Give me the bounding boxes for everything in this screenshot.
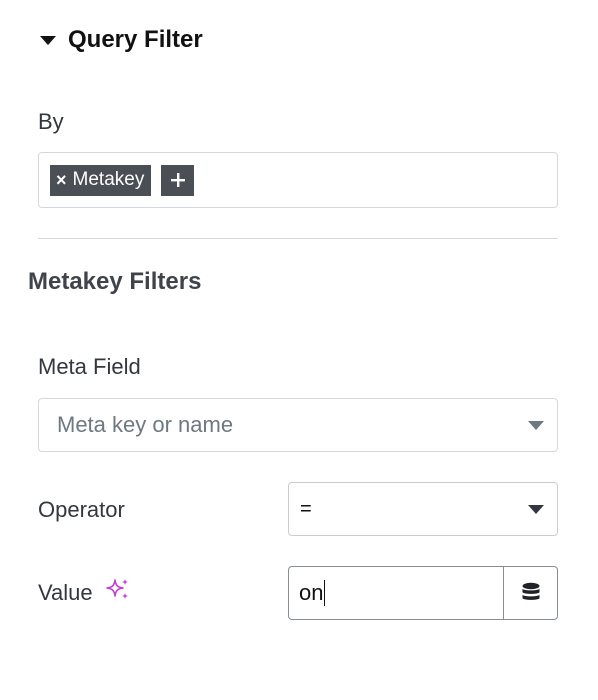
dynamic-tags-button[interactable] bbox=[503, 567, 557, 619]
tag-label: Metakey bbox=[72, 169, 145, 190]
database-icon bbox=[522, 582, 539, 600]
metakey-tag: × Metakey bbox=[50, 164, 152, 196]
sparkle-icon[interactable] bbox=[105, 577, 131, 608]
value-label-row: Value bbox=[38, 577, 131, 608]
section-title: Query Filter bbox=[68, 26, 203, 53]
value-label: Value bbox=[38, 579, 93, 605]
chevron-down-icon bbox=[528, 505, 544, 514]
text-cursor bbox=[324, 580, 326, 606]
value-text-field[interactable]: on bbox=[289, 567, 503, 619]
chevron-down-icon bbox=[528, 421, 544, 430]
value-text: on bbox=[299, 580, 324, 605]
value-input[interactable]: on bbox=[288, 566, 558, 620]
operator-value: = bbox=[300, 497, 312, 520]
by-label: By bbox=[38, 109, 64, 134]
meta-field-label: Meta Field bbox=[38, 354, 141, 379]
divider bbox=[38, 238, 558, 239]
add-tag-button[interactable] bbox=[161, 164, 195, 196]
operator-select[interactable]: = bbox=[288, 482, 558, 536]
query-filter-section-toggle[interactable]: Query Filter bbox=[40, 26, 203, 54]
by-tag-field[interactable]: × Metakey bbox=[38, 152, 558, 208]
meta-field-select[interactable]: Meta key or name bbox=[38, 398, 558, 452]
query-filter-panel: Query Filter By × Metakey Metakey Filter… bbox=[0, 0, 598, 700]
meta-field-placeholder: Meta key or name bbox=[57, 412, 234, 437]
plus-icon bbox=[170, 173, 185, 187]
metakey-filters-title: Metakey Filters bbox=[28, 268, 202, 295]
operator-label: Operator bbox=[38, 497, 125, 522]
caret-down-icon bbox=[40, 35, 56, 45]
remove-tag-icon[interactable]: × bbox=[56, 170, 67, 191]
